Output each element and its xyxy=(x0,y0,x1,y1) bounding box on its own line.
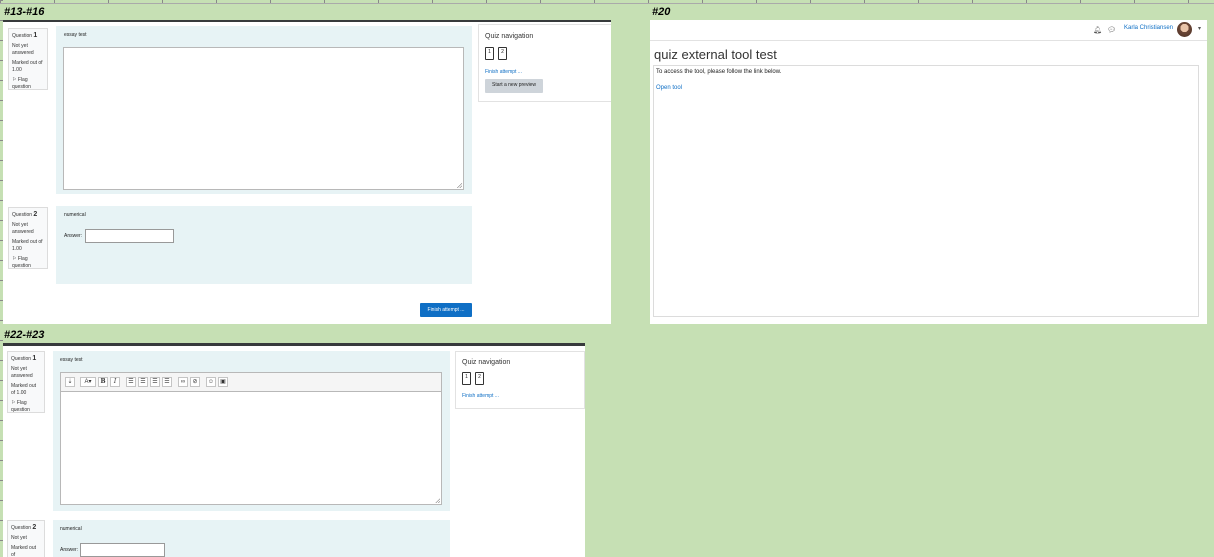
essay-editor[interactable] xyxy=(60,391,442,505)
messages-icon[interactable]: 💬︎ xyxy=(1107,26,1116,34)
answer-label: Answer: xyxy=(60,547,79,553)
numbered-list-icon[interactable]: ☰ xyxy=(138,377,148,387)
question-text: numerical xyxy=(60,526,82,532)
nav-question-1-button[interactable]: 1 xyxy=(485,47,494,60)
question-content-1: essay test ⇣ A▾ B I ☰ ☰ ☰ ☰ ∞ ⊘ ☺ ▣ xyxy=(53,351,450,511)
editor-toolbar: ⇣ A▾ B I ☰ ☰ ☰ ☰ ∞ ⊘ ☺ ▣ xyxy=(60,372,442,392)
page-title: quiz external tool test xyxy=(654,47,777,62)
font-size-icon[interactable]: A▾ xyxy=(80,377,96,387)
resize-handle-icon[interactable] xyxy=(457,183,462,188)
quiz-navigation-title: Quiz navigation xyxy=(462,359,511,366)
notifications-icon[interactable]: 🔔︎ xyxy=(1093,26,1102,34)
question-text: essay test xyxy=(64,32,87,38)
image-icon[interactable]: ▣ xyxy=(218,377,228,387)
bullet-list-icon[interactable]: ☰ xyxy=(126,377,136,387)
screenshot-panel-1: Question 1 Not yet answered Marked out o… xyxy=(3,20,611,324)
status-text: Not yet xyxy=(11,535,27,541)
italic-icon[interactable]: I xyxy=(110,377,120,387)
open-tool-link[interactable]: Open tool xyxy=(656,85,682,91)
emoji-icon[interactable]: ☺ xyxy=(206,377,216,387)
outdent-icon[interactable]: ☰ xyxy=(150,377,160,387)
finish-attempt-link[interactable]: Finish attempt ... xyxy=(462,393,499,399)
nav-question-2-button[interactable]: 2 xyxy=(498,47,507,60)
nav-question-1-button[interactable]: 1 xyxy=(462,372,471,385)
status-text: Not yet answered xyxy=(12,222,34,235)
unlink-icon[interactable]: ⊘ xyxy=(190,377,200,387)
quiz-navigation-title: Quiz navigation xyxy=(485,33,534,40)
top-bar xyxy=(3,343,585,346)
question-content-1: essay test xyxy=(56,26,472,194)
quiz-navigation-block: Quiz navigation 1 2 Finish attempt ... xyxy=(455,351,585,409)
indent-icon[interactable]: ☰ xyxy=(162,377,172,387)
mark-text: Marked out of 1.00 xyxy=(11,383,37,396)
description-text: To access the tool, please follow the li… xyxy=(656,69,782,75)
flag-question-link[interactable]: ⚐ Flag question xyxy=(11,400,41,414)
expand-toolbar-icon[interactable]: ⇣ xyxy=(65,377,75,387)
question-info-1: Question 1 Not yet answered Marked out o… xyxy=(7,351,45,413)
top-ruler xyxy=(0,0,1214,4)
question-text: essay test xyxy=(60,357,83,363)
question-info-2: Question 2 Not yet answered Marked out o… xyxy=(8,207,48,269)
status-text: Not yet answered xyxy=(11,366,33,379)
finish-attempt-link[interactable]: Finish attempt ... xyxy=(485,69,522,75)
user-avatar[interactable] xyxy=(1177,22,1192,37)
panel-label-1: #13-#16 xyxy=(4,6,45,18)
mark-text: Marked out of xyxy=(11,545,37,557)
finish-attempt-button[interactable]: Finish attempt ... xyxy=(420,303,472,317)
flag-question-link[interactable]: ⚐ Flag question xyxy=(12,77,44,91)
answer-input[interactable] xyxy=(80,543,165,557)
screenshot-panel-2: 🔔︎ 💬︎ Karla Christiansen ▾ quiz external… xyxy=(650,20,1207,324)
screenshot-panel-3: Question 1 Not yet answered Marked out o… xyxy=(3,343,585,557)
link-icon[interactable]: ∞ xyxy=(178,377,188,387)
navbar: 🔔︎ 💬︎ Karla Christiansen ▾ xyxy=(650,20,1207,41)
activity-container: To access the tool, please follow the li… xyxy=(653,65,1199,317)
answer-label: Answer: xyxy=(64,233,83,239)
panel-label-2: #20 xyxy=(652,6,671,18)
nav-question-2-button[interactable]: 2 xyxy=(475,372,484,385)
user-menu-name[interactable]: Karla Christiansen xyxy=(1124,25,1173,31)
question-text: numerical xyxy=(64,212,86,218)
answer-input[interactable] xyxy=(85,229,174,243)
start-new-preview-button[interactable]: Start a new preview xyxy=(485,79,543,93)
panel-label-3: #22-#23 xyxy=(4,329,45,341)
essay-textarea[interactable] xyxy=(63,47,464,190)
mark-text: Marked out of 1.00 xyxy=(12,239,43,252)
quiz-navigation-block: Quiz navigation 1 2 Finish attempt ... S… xyxy=(478,24,611,102)
question-info-1: Question 1 Not yet answered Marked out o… xyxy=(8,28,48,90)
flag-question-link[interactable]: ⚐ Flag question xyxy=(12,256,44,270)
mark-text: Marked out of 1.00 xyxy=(12,60,43,73)
question-content-2: numerical Answer: xyxy=(53,520,450,557)
top-bar xyxy=(3,20,611,22)
chevron-down-icon[interactable]: ▾ xyxy=(1198,25,1201,32)
question-info-2: Question 2 Not yet Marked out of xyxy=(7,520,45,557)
bold-icon[interactable]: B xyxy=(98,377,108,387)
question-content-2: numerical Answer: xyxy=(56,206,472,284)
status-text: Not yet answered xyxy=(12,43,34,56)
resize-handle-icon[interactable] xyxy=(435,498,440,503)
